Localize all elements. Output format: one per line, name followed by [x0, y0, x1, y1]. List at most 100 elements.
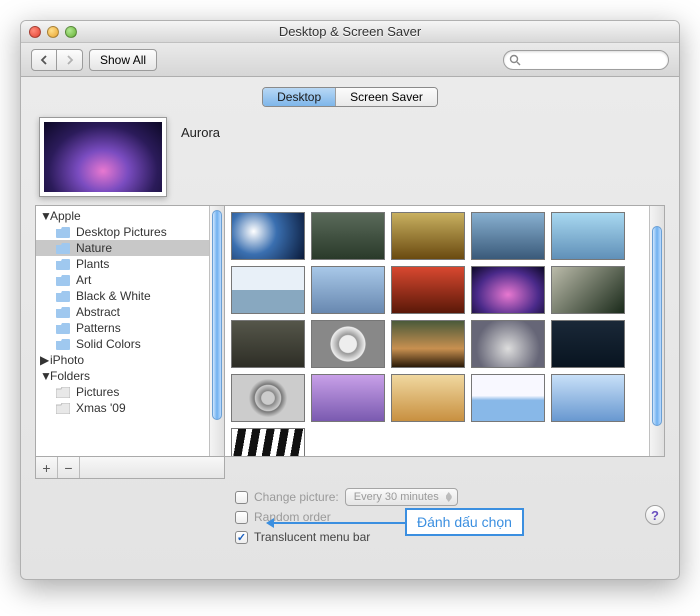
wallpaper-thumb[interactable] [471, 374, 545, 422]
grid-scrollbar[interactable] [649, 206, 664, 456]
random-order-checkbox [235, 511, 248, 524]
folder-icon [56, 387, 70, 398]
wallpaper-thumb[interactable] [231, 428, 305, 457]
translucent-label: Translucent menu bar [254, 530, 370, 544]
wallpaper-thumb[interactable] [231, 374, 305, 422]
search-wrap [503, 50, 669, 70]
tab-screensaver[interactable]: Screen Saver [336, 88, 437, 106]
forward-button[interactable] [57, 49, 83, 71]
sidebar-item-nature[interactable]: Nature [36, 240, 224, 256]
wallpaper-thumb[interactable] [231, 320, 305, 368]
interval-popup[interactable]: Every 30 minutes [345, 488, 458, 506]
sidebar-item-label: Art [76, 273, 91, 287]
aurora-preview-image [44, 122, 162, 192]
wallpaper-name: Aurora [181, 125, 220, 140]
wallpaper-thumb[interactable] [391, 266, 465, 314]
wallpaper-thumb[interactable] [311, 320, 385, 368]
back-button[interactable] [31, 49, 57, 71]
disclosure-right-icon: ▶ [40, 353, 50, 367]
chevron-right-icon [65, 55, 75, 65]
show-all-button[interactable]: Show All [89, 49, 157, 71]
wallpaper-thumb[interactable] [311, 374, 385, 422]
sidebar-item-plants[interactable]: Plants [36, 256, 224, 272]
thumbnail-grid-wrap [225, 205, 665, 457]
sidebar-item-bw[interactable]: Black & White [36, 288, 224, 304]
change-picture-row: Change picture: Every 30 minutes [235, 487, 665, 507]
sidebar-item-desktop-pictures[interactable]: Desktop Pictures [36, 224, 224, 240]
sidebar-footer: + − [35, 457, 225, 479]
sidebar-item-abstract[interactable]: Abstract [36, 304, 224, 320]
folder-icon [56, 259, 70, 270]
group-folders-label: Folders [50, 369, 90, 383]
sidebar-item-solid[interactable]: Solid Colors [36, 336, 224, 352]
wallpaper-thumb[interactable] [551, 266, 625, 314]
remove-folder-button[interactable]: − [58, 457, 80, 478]
annotation-callout: Đánh dấu chọn [405, 508, 524, 536]
sidebar-item-xmas[interactable]: Xmas '09 [36, 400, 224, 416]
source-list[interactable]: ▼ Apple Desktop Pictures Nature Plants [36, 206, 224, 456]
wallpaper-thumb[interactable] [551, 212, 625, 260]
folder-icon [56, 307, 70, 318]
wallpaper-thumb[interactable] [551, 374, 625, 422]
scroll-thumb[interactable] [212, 210, 222, 420]
sidebar-item-art[interactable]: Art [36, 272, 224, 288]
sidebar-item-label: Black & White [76, 289, 151, 303]
sidebar-item-label: Pictures [76, 385, 119, 399]
change-picture-checkbox[interactable] [235, 491, 248, 504]
annotation-line [272, 522, 405, 524]
thumbnail-grid[interactable] [225, 206, 664, 457]
group-folders[interactable]: ▼ Folders [36, 368, 224, 384]
group-iphoto[interactable]: ▶ iPhoto [36, 352, 224, 368]
folder-icon [56, 243, 70, 254]
nav-segment [31, 49, 83, 71]
wallpaper-thumb[interactable] [471, 320, 545, 368]
folder-icon [56, 227, 70, 238]
main-row: ▼ Apple Desktop Pictures Nature Plants [35, 205, 665, 457]
folder-icon [56, 275, 70, 286]
sidebar-item-label: Nature [76, 241, 112, 255]
sidebar-item-label: Solid Colors [76, 337, 141, 351]
group-apple[interactable]: ▼ Apple [36, 208, 224, 224]
sidebar-item-label: Plants [76, 257, 109, 271]
wallpaper-thumb[interactable] [231, 212, 305, 260]
folder-icon [56, 339, 70, 350]
search-input[interactable] [503, 50, 669, 70]
sidebar-item-patterns[interactable]: Patterns [36, 320, 224, 336]
wallpaper-thumb[interactable] [471, 212, 545, 260]
folder-icon [56, 403, 70, 414]
disclosure-down-icon: ▼ [40, 369, 50, 383]
translucent-checkbox[interactable] [235, 531, 248, 544]
group-iphoto-label: iPhoto [50, 353, 84, 367]
options-area: Change picture: Every 30 minutes Random … [35, 487, 665, 547]
sidebar-item-pictures[interactable]: Pictures [36, 384, 224, 400]
sidebar-item-label: Xmas '09 [76, 401, 126, 415]
wallpaper-thumb[interactable] [231, 266, 305, 314]
prefs-window: Desktop & Screen Saver Show All Desktop … [20, 20, 680, 580]
source-sidebar: ▼ Apple Desktop Pictures Nature Plants [35, 205, 225, 457]
titlebar: Desktop & Screen Saver [21, 21, 679, 43]
scroll-thumb[interactable] [652, 226, 662, 426]
add-folder-button[interactable]: + [36, 457, 58, 478]
wallpaper-thumb[interactable] [471, 266, 545, 314]
toolbar: Show All [21, 43, 679, 77]
wallpaper-thumb[interactable] [391, 212, 465, 260]
preview-row: Aurora [35, 117, 665, 197]
sidebar-scrollbar[interactable] [209, 206, 224, 456]
chevron-left-icon [39, 55, 49, 65]
group-apple-label: Apple [50, 209, 81, 223]
window-title: Desktop & Screen Saver [21, 24, 679, 39]
sidebar-item-label: Desktop Pictures [76, 225, 167, 239]
tab-desktop[interactable]: Desktop [263, 88, 336, 106]
wallpaper-thumb[interactable] [391, 320, 465, 368]
folder-icon [56, 291, 70, 302]
wallpaper-thumb[interactable] [311, 212, 385, 260]
wallpaper-thumb[interactable] [391, 374, 465, 422]
change-picture-label: Change picture: [254, 490, 339, 504]
disclosure-down-icon: ▼ [40, 209, 50, 223]
tab-segment: Desktop Screen Saver [262, 87, 438, 107]
wallpaper-thumb[interactable] [551, 320, 625, 368]
folder-icon [56, 323, 70, 334]
help-button[interactable]: ? [645, 505, 665, 525]
sidebar-item-label: Patterns [76, 321, 121, 335]
wallpaper-thumb[interactable] [311, 266, 385, 314]
